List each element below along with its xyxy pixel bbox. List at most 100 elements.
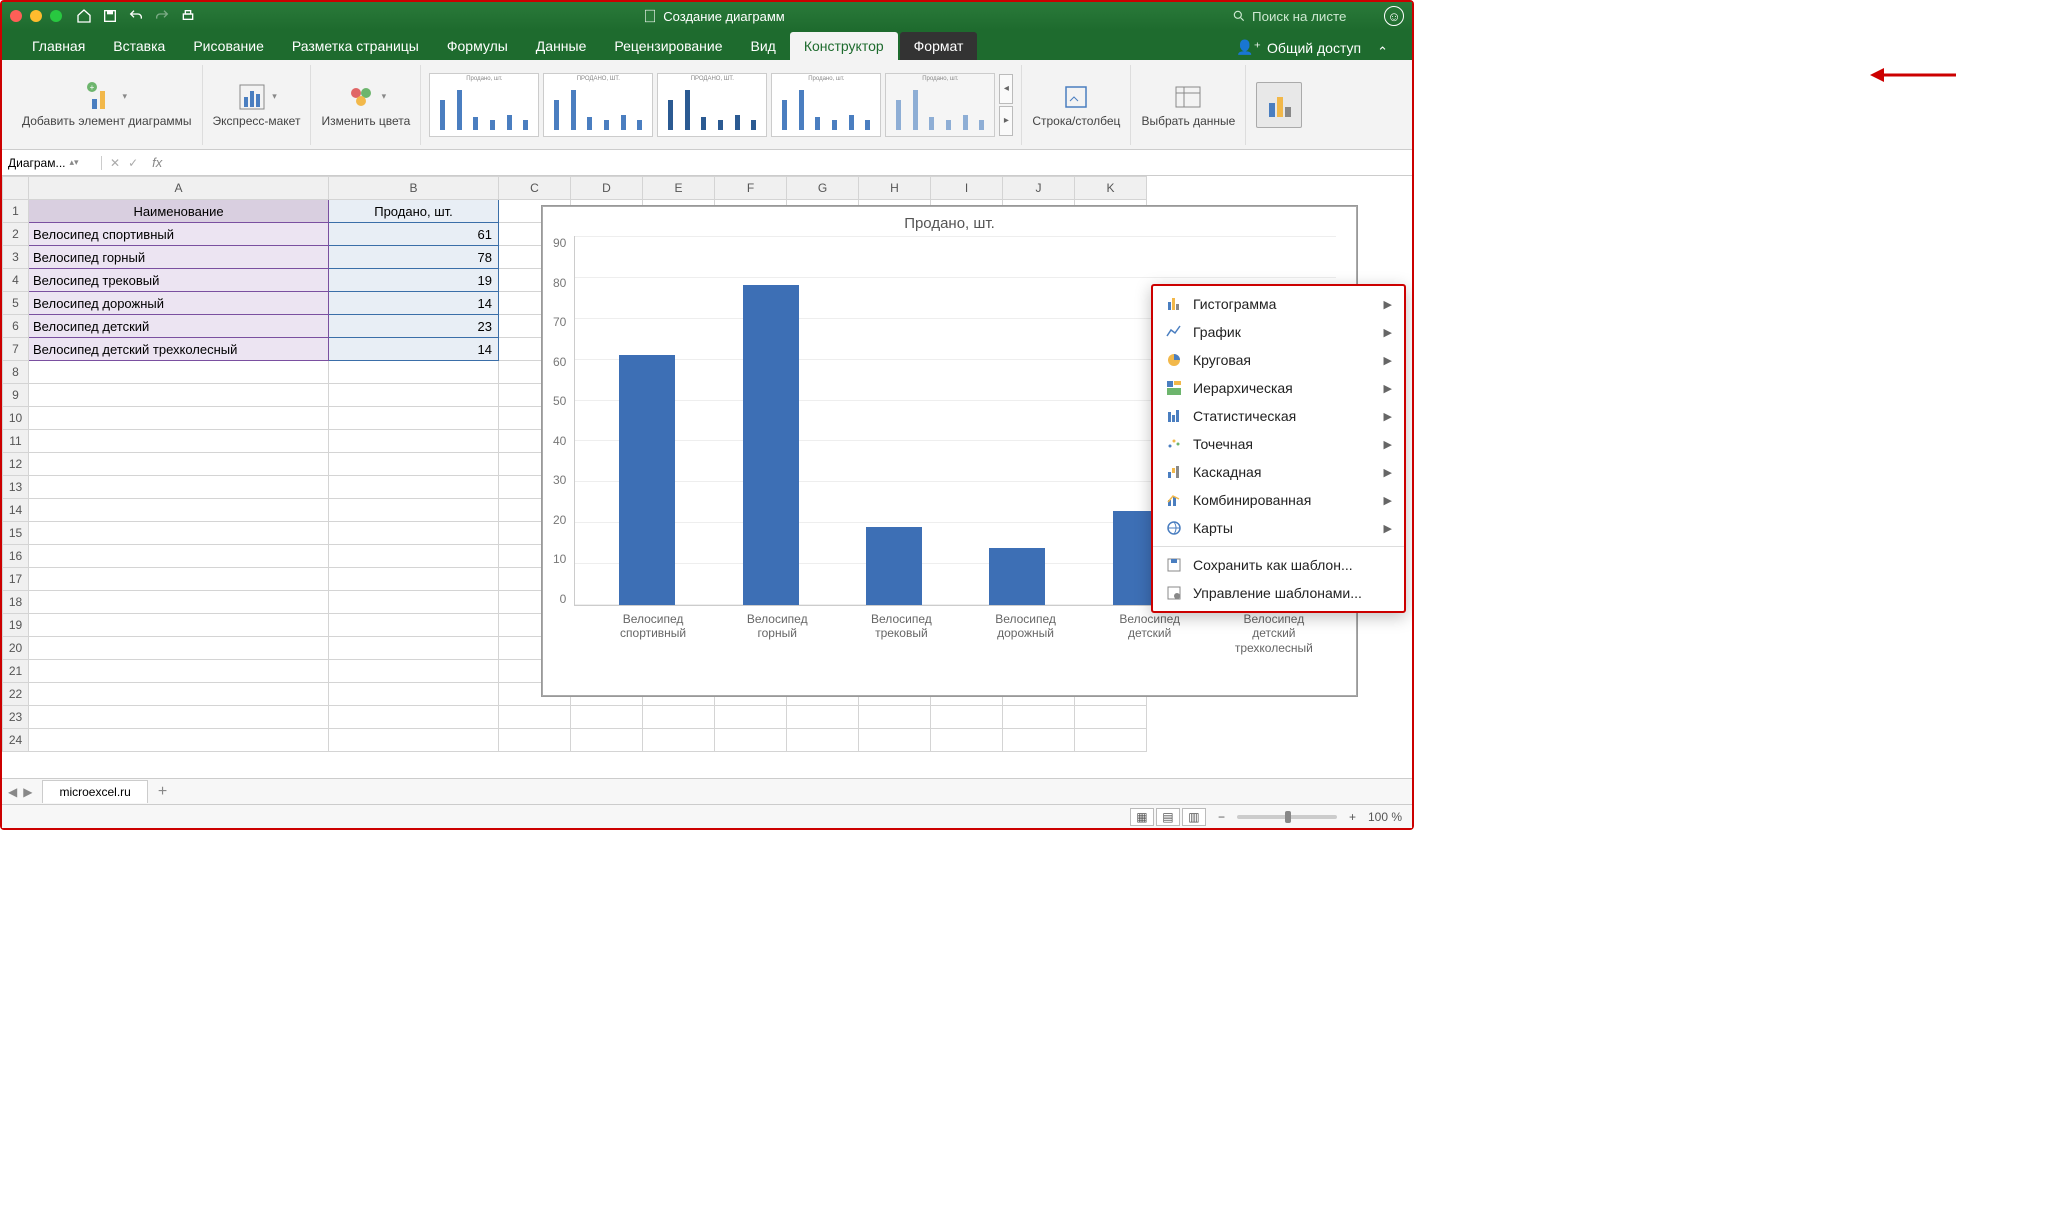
cell[interactable]: Велосипед горный [29, 246, 329, 269]
name-box[interactable]: Диаграм...▴▾ [2, 156, 102, 170]
column-header[interactable]: A [29, 177, 329, 200]
cell[interactable]: Велосипед спортивный [29, 223, 329, 246]
chart-bar[interactable] [866, 527, 922, 605]
print-icon[interactable] [180, 8, 196, 24]
dd-manage-templates[interactable]: Управление шаблонами... [1153, 579, 1404, 607]
row-header[interactable]: 10 [3, 407, 29, 430]
row-header[interactable]: 24 [3, 729, 29, 752]
dd-save-template[interactable]: Сохранить как шаблон... [1153, 551, 1404, 579]
minimize-window-icon[interactable] [30, 10, 42, 22]
feedback-icon[interactable]: ☺ [1384, 6, 1404, 26]
column-header[interactable]: G [787, 177, 859, 200]
select-data-button[interactable]: Выбрать данные [1131, 65, 1246, 145]
row-header[interactable]: 6 [3, 315, 29, 338]
formula-input[interactable] [168, 155, 1412, 170]
row-header[interactable]: 22 [3, 683, 29, 706]
save-icon[interactable] [102, 8, 118, 24]
dd-line[interactable]: График▶ [1153, 318, 1404, 346]
row-header[interactable]: 15 [3, 522, 29, 545]
column-header[interactable]: F [715, 177, 787, 200]
dd-histogram[interactable]: Гистограмма▶ [1153, 290, 1404, 318]
column-header[interactable]: E [643, 177, 715, 200]
cell[interactable]: 23 [329, 315, 499, 338]
add-sheet-button[interactable]: + [148, 783, 177, 801]
home-icon[interactable] [76, 8, 92, 24]
tab-insert[interactable]: Вставка [99, 32, 179, 60]
chart-style-thumb[interactable]: Продано, шт. [429, 73, 539, 137]
cell[interactable]: Наименование [29, 200, 329, 223]
cell[interactable]: Велосипед детский [29, 315, 329, 338]
search-box[interactable] [1232, 9, 1372, 24]
tab-chart-design[interactable]: Конструктор [790, 32, 898, 60]
change-chart-type-button[interactable] [1246, 65, 1312, 145]
sheet-nav[interactable]: ◀▶ [2, 785, 38, 799]
column-header[interactable]: C [499, 177, 571, 200]
column-header[interactable]: I [931, 177, 1003, 200]
add-chart-element-button[interactable]: +▾ Добавить элемент диаграммы [12, 65, 203, 145]
column-header[interactable]: J [1003, 177, 1075, 200]
row-header[interactable]: 20 [3, 637, 29, 660]
row-header[interactable]: 7 [3, 338, 29, 361]
cancel-icon[interactable]: ✕ [110, 156, 120, 170]
zoom-out-button[interactable]: − [1218, 810, 1225, 824]
row-header[interactable]: 16 [3, 545, 29, 568]
confirm-icon[interactable]: ✓ [128, 156, 138, 170]
cell[interactable]: 78 [329, 246, 499, 269]
close-window-icon[interactable] [10, 10, 22, 22]
row-header[interactable]: 8 [3, 361, 29, 384]
cell[interactable]: Продано, шт. [329, 200, 499, 223]
cell[interactable]: 14 [329, 292, 499, 315]
chart-bar[interactable] [989, 548, 1045, 605]
redo-icon[interactable] [154, 8, 170, 24]
chart-style-thumb[interactable]: ПРОДАНО, ШТ. [543, 73, 653, 137]
style-gallery-scroll[interactable]: ◂▸ [999, 74, 1013, 136]
dd-pie[interactable]: Круговая▶ [1153, 346, 1404, 374]
cell[interactable]: Велосипед дорожный [29, 292, 329, 315]
row-header[interactable]: 23 [3, 706, 29, 729]
page-break-view-icon[interactable]: ▥ [1182, 808, 1206, 826]
row-header[interactable]: 5 [3, 292, 29, 315]
tab-draw[interactable]: Рисование [179, 32, 278, 60]
share-button[interactable]: 👤⁺Общий доступ [1228, 35, 1369, 60]
page-layout-view-icon[interactable]: ▤ [1156, 808, 1180, 826]
tab-page-layout[interactable]: Разметка страницы [278, 32, 433, 60]
row-header[interactable]: 1 [3, 200, 29, 223]
row-header[interactable]: 13 [3, 476, 29, 499]
cell[interactable]: 61 [329, 223, 499, 246]
collapse-ribbon-icon[interactable]: ⌃ [1369, 44, 1396, 60]
row-header[interactable]: 18 [3, 591, 29, 614]
dd-hierarchy[interactable]: Иерархическая▶ [1153, 374, 1404, 402]
row-header[interactable]: 2 [3, 223, 29, 246]
row-header[interactable]: 19 [3, 614, 29, 637]
cell[interactable]: 19 [329, 269, 499, 292]
chart-style-thumb[interactable]: Продано, шт. [885, 73, 995, 137]
dd-waterfall[interactable]: Каскадная▶ [1153, 458, 1404, 486]
row-header[interactable]: 9 [3, 384, 29, 407]
tab-chart-format[interactable]: Формат [900, 32, 978, 60]
row-header[interactable]: 4 [3, 269, 29, 292]
tab-home[interactable]: Главная [18, 32, 99, 60]
zoom-level[interactable]: 100 % [1368, 810, 1402, 824]
chart-bar[interactable] [743, 285, 799, 605]
cell[interactable]: Велосипед детский трехколесный [29, 338, 329, 361]
chart-bar[interactable] [619, 355, 675, 605]
zoom-in-button[interactable]: + [1349, 810, 1356, 824]
quick-layout-button[interactable]: ▾ Экспресс-макет [203, 65, 312, 145]
sheet-tab[interactable]: microexcel.ru [42, 780, 147, 803]
tab-formulas[interactable]: Формулы [433, 32, 522, 60]
zoom-slider[interactable] [1237, 815, 1337, 819]
row-header[interactable]: 3 [3, 246, 29, 269]
row-header[interactable]: 17 [3, 568, 29, 591]
tab-review[interactable]: Рецензирование [600, 32, 736, 60]
switch-row-column-button[interactable]: Строка/столбец [1022, 65, 1131, 145]
change-colors-button[interactable]: ▾ Изменить цвета [311, 65, 421, 145]
column-header[interactable]: K [1075, 177, 1147, 200]
column-header[interactable]: H [859, 177, 931, 200]
dd-scatter[interactable]: Точечная▶ [1153, 430, 1404, 458]
chart-style-thumb[interactable]: ПРОДАНО, ШТ. [657, 73, 767, 137]
select-all-corner[interactable] [3, 177, 29, 200]
normal-view-icon[interactable]: ▦ [1130, 808, 1154, 826]
row-header[interactable]: 21 [3, 660, 29, 683]
undo-icon[interactable] [128, 8, 144, 24]
dd-combo[interactable]: Комбинированная▶ [1153, 486, 1404, 514]
